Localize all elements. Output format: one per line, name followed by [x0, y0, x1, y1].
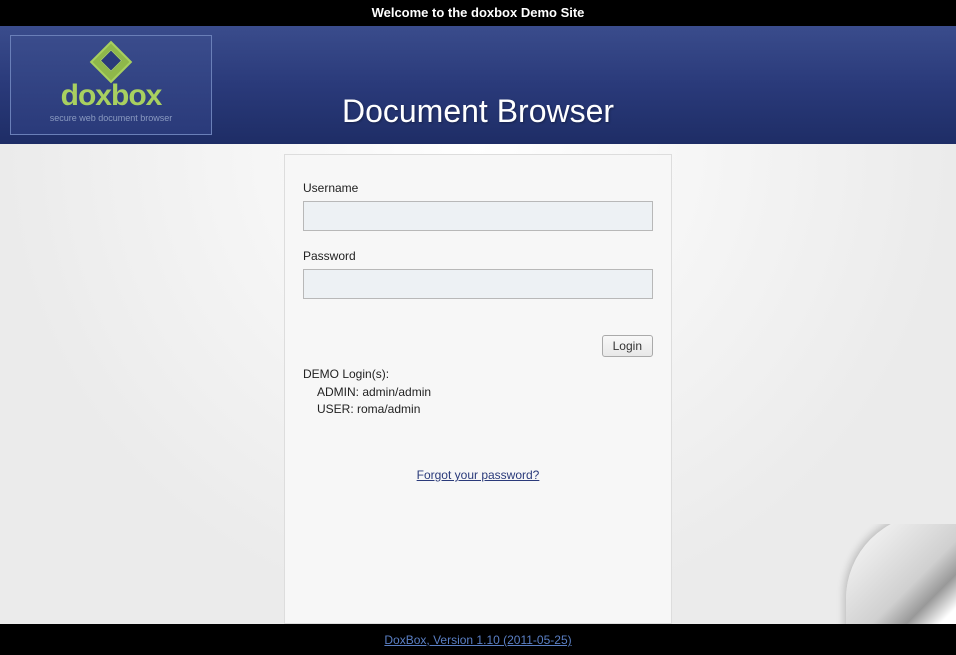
- demo-admin-line: ADMIN: admin/admin: [317, 385, 653, 399]
- logo: doxbox secure web document browser: [10, 35, 212, 135]
- logo-diamond-icon: [90, 41, 132, 83]
- demo-info: DEMO Login(s): ADMIN: admin/admin USER: …: [303, 367, 653, 416]
- username-input[interactable]: [303, 201, 653, 231]
- page-title: Document Browser: [342, 93, 614, 130]
- footer-version-link[interactable]: DoxBox, Version 1.10 (2011-05-25): [384, 633, 571, 647]
- page-curl-icon: [836, 524, 956, 624]
- password-input[interactable]: [303, 269, 653, 299]
- forgot-password-row: Forgot your password?: [303, 466, 653, 484]
- welcome-text: Welcome to the doxbox Demo Site: [372, 5, 585, 20]
- header: doxbox secure web document browser Docum…: [0, 26, 956, 144]
- login-panel: Username Password Login DEMO Login(s): A…: [284, 154, 672, 624]
- demo-title: DEMO Login(s):: [303, 367, 653, 381]
- footer: DoxBox, Version 1.10 (2011-05-25): [0, 624, 956, 655]
- forgot-password-link[interactable]: Forgot your password?: [417, 468, 540, 482]
- top-welcome-bar: Welcome to the doxbox Demo Site: [0, 0, 956, 26]
- logo-tagline: secure web document browser: [50, 113, 173, 123]
- demo-user-line: USER: roma/admin: [317, 402, 653, 416]
- username-label: Username: [303, 181, 653, 195]
- password-label: Password: [303, 249, 653, 263]
- button-row: Login: [303, 335, 653, 357]
- login-button[interactable]: Login: [602, 335, 653, 357]
- logo-text: doxbox: [61, 81, 162, 111]
- content-area: Username Password Login DEMO Login(s): A…: [0, 144, 956, 624]
